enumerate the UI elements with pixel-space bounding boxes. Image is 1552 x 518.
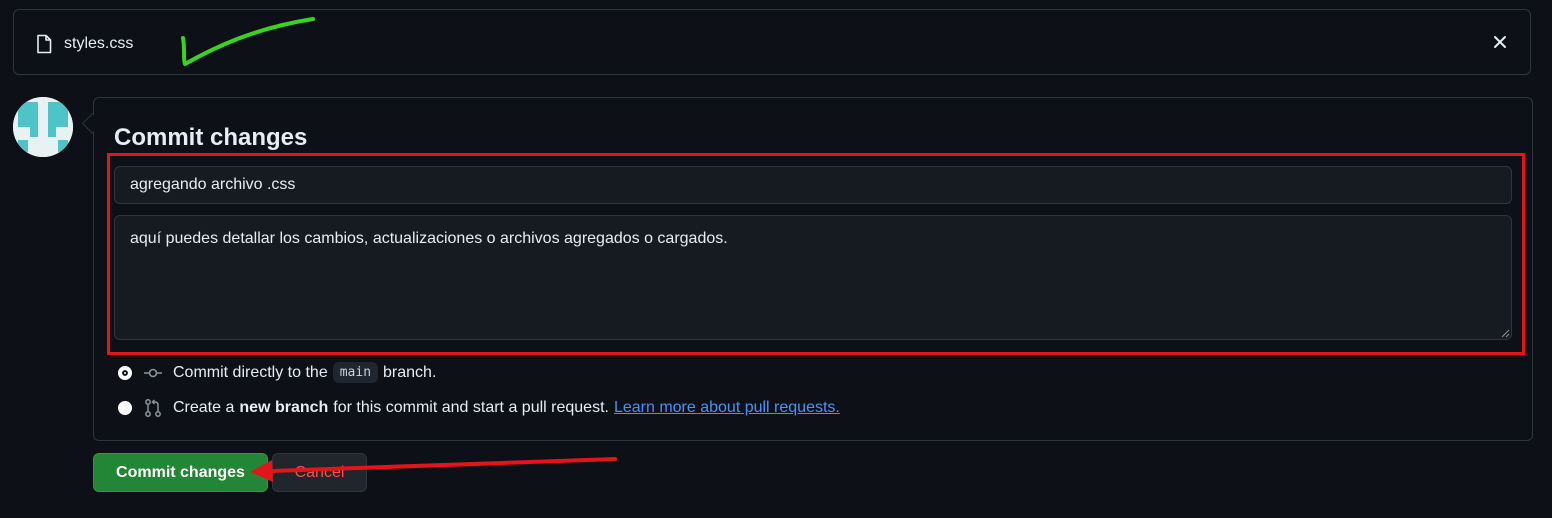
file-name: styles.css [64,35,134,52]
new-branch-bold: new branch [239,399,329,416]
commit-description-input[interactable]: aquí puedes detallar los cambios, actual… [114,215,1512,340]
checkmark-annotation [181,17,315,66]
cancel-button[interactable]: Cancel [272,453,367,492]
commit-summary-input[interactable]: agregando archivo .css [114,166,1512,204]
direct-prefix: Commit directly to the [173,363,328,381]
new-branch-prefix: Create a [173,399,235,416]
commit-title: Commit changes [114,124,308,151]
commit-direct-option[interactable]: Commit directly to the main branch. [118,362,436,383]
commit-changes-button[interactable]: Commit changes [93,453,268,492]
pull-request-help-link[interactable]: Learn more about pull requests. [614,399,840,417]
radio-new-branch[interactable] [118,401,132,415]
direct-suffix: branch. [383,363,437,381]
file-icon [37,34,52,54]
resize-handle[interactable] [1500,328,1510,338]
git-pull-request-icon [145,399,161,417]
commit-new-branch-option[interactable]: Create a new branch for this commit and … [118,398,840,418]
git-commit-icon [144,368,162,377]
branch-name: main [332,362,379,383]
avatar [13,97,73,157]
radio-direct[interactable] [118,365,132,380]
close-icon[interactable] [1490,32,1510,52]
new-branch-suffix: for this commit and start a pull request… [333,399,609,416]
